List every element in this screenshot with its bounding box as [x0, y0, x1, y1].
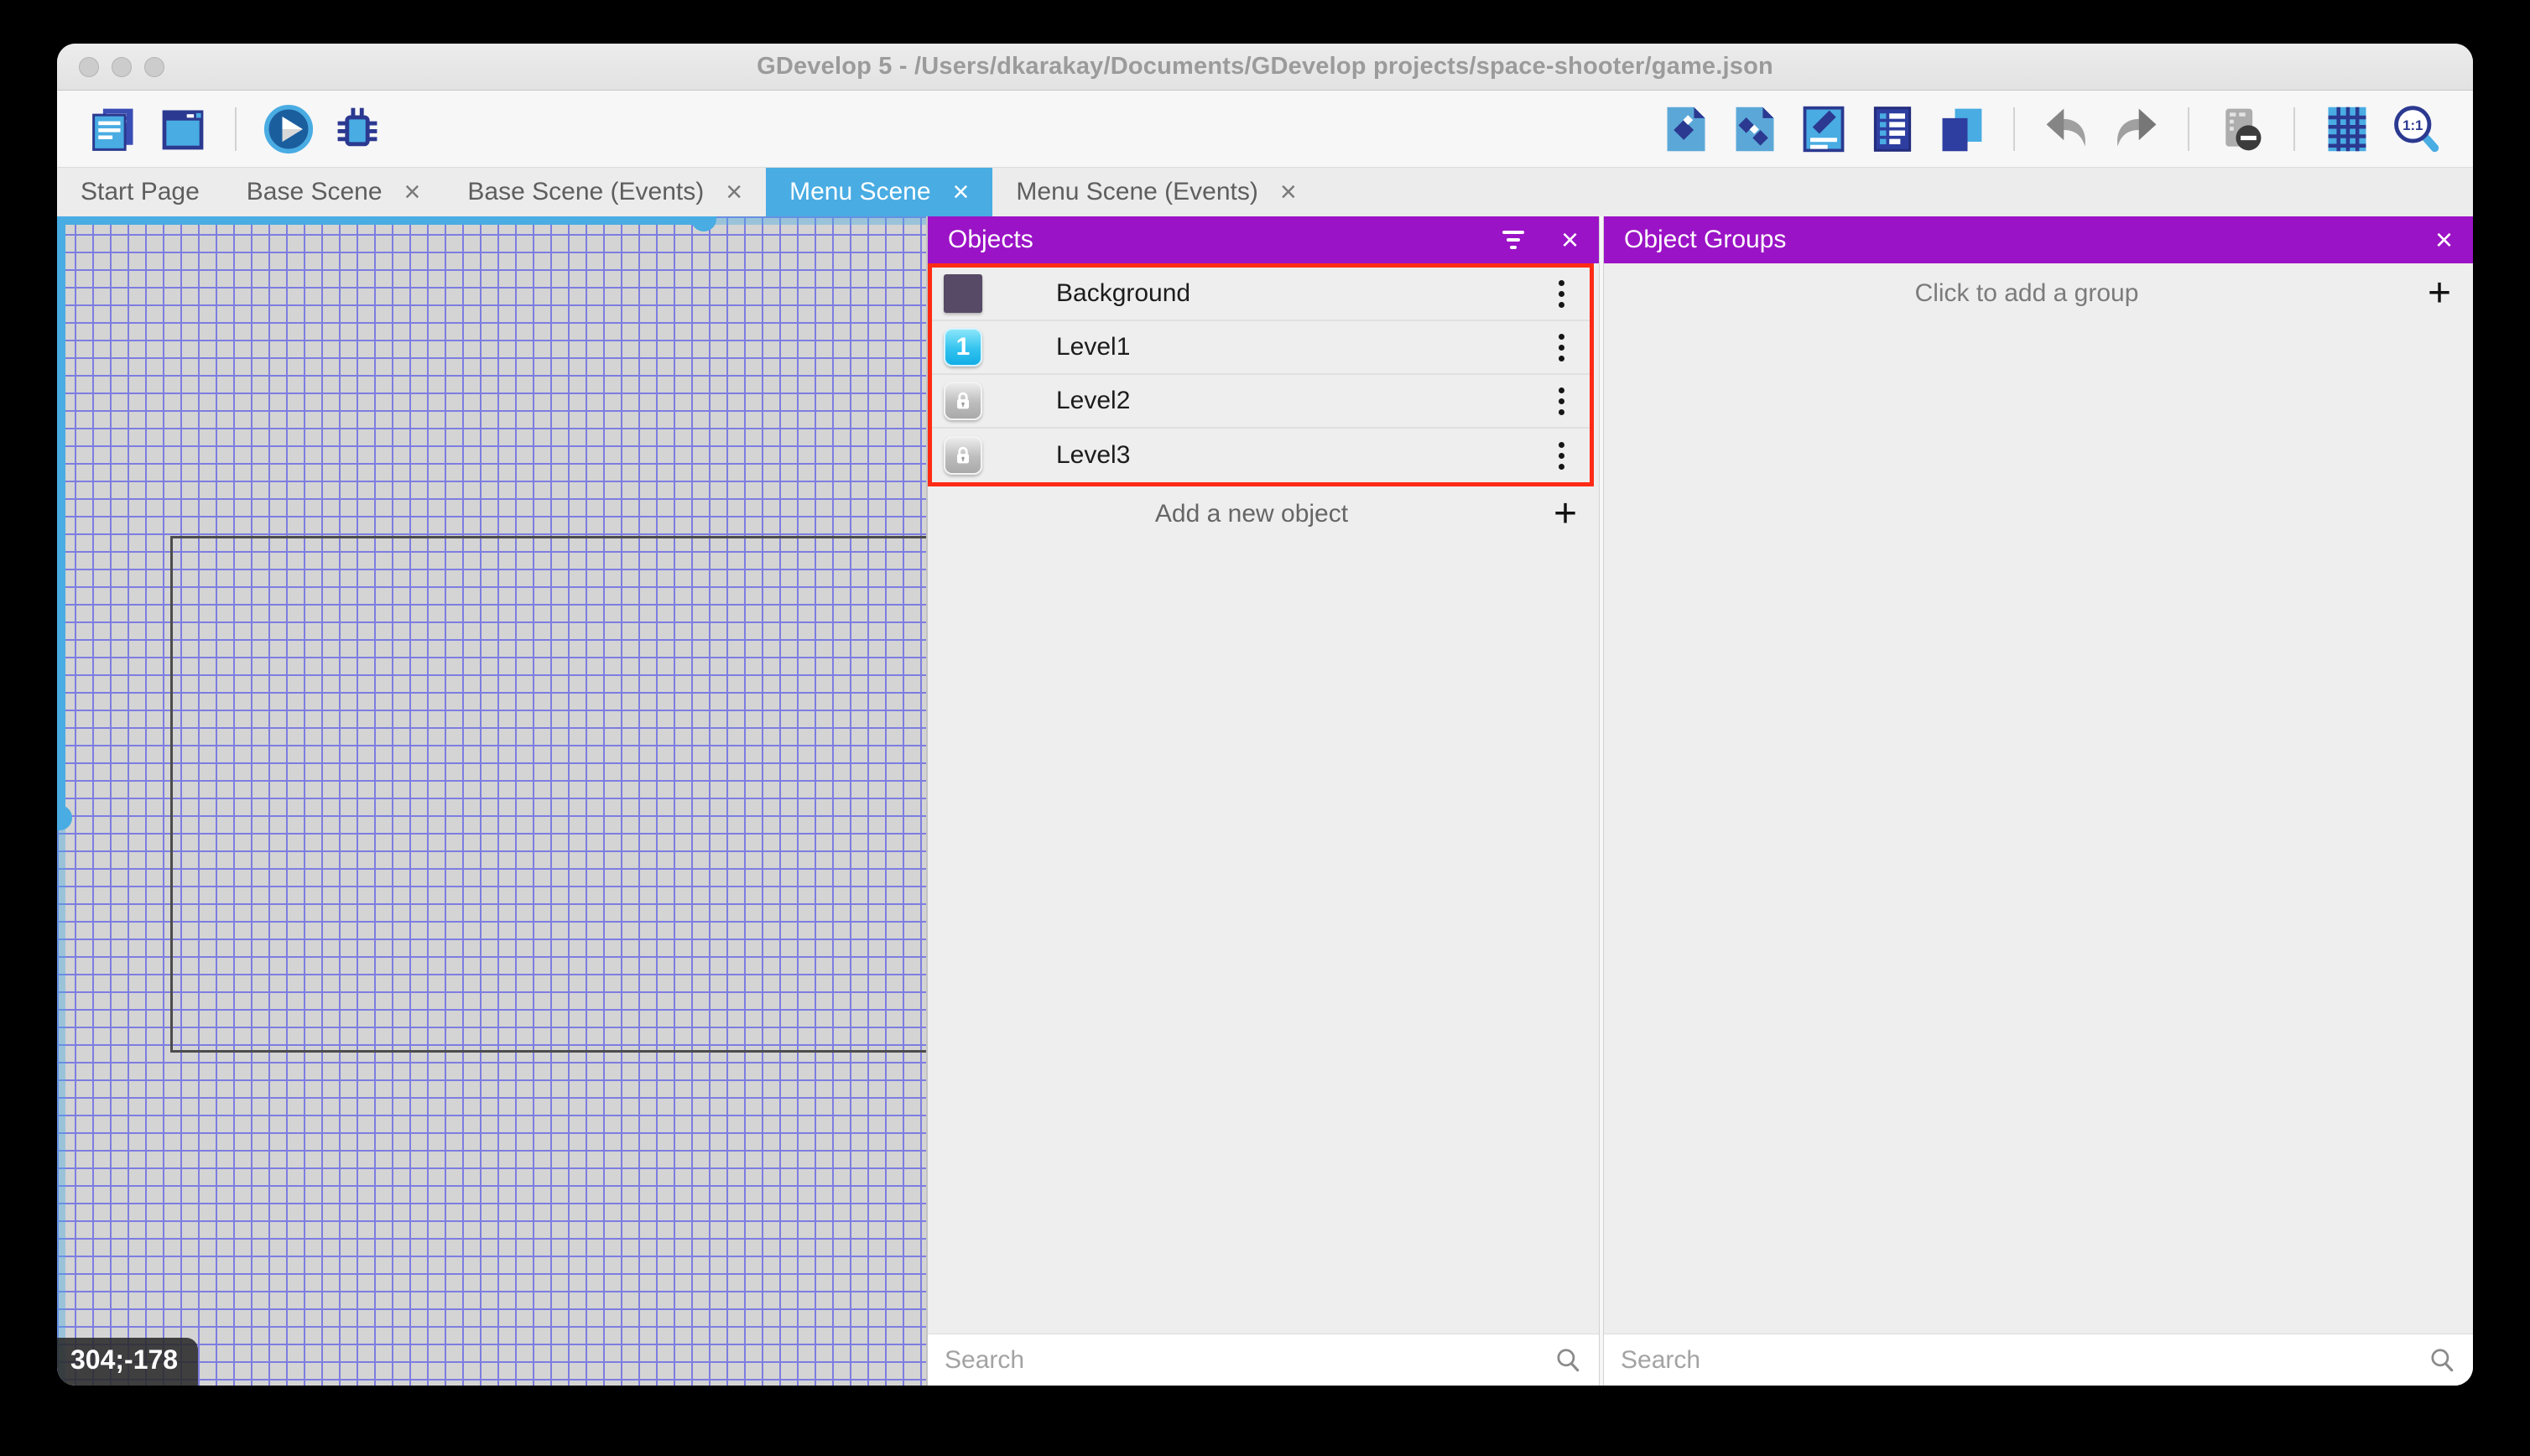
toolbar-separator — [2293, 107, 2295, 151]
object-name: Background — [1056, 279, 1543, 308]
toolbar-right-group: 1:1 — [1658, 91, 2444, 167]
object-thumbnail-background — [944, 274, 982, 313]
scene-editor-canvas[interactable]: 304;-178 — [57, 216, 926, 1386]
add-group-label: Click to add a group — [1626, 279, 2428, 308]
objects-search-bar — [928, 1334, 1599, 1386]
object-row-level1[interactable]: 1 Level1 — [932, 321, 1590, 375]
object-groups-empty-area — [1604, 324, 2473, 1334]
open-layers-panel-icon[interactable] — [1933, 101, 1990, 158]
object-thumbnail-level3 — [944, 436, 982, 475]
open-object-groups-panel-icon[interactable] — [1726, 101, 1783, 158]
search-icon — [2428, 1346, 2456, 1375]
open-instances-list-icon[interactable] — [1864, 101, 1921, 158]
objects-panel-header: Objects × — [928, 216, 1599, 263]
objects-panel-empty-area — [928, 542, 1599, 1334]
plus-icon: + — [2428, 273, 2451, 314]
object-groups-panel-header: Object Groups × — [1604, 216, 2473, 263]
horizontal-scrollbar[interactable] — [57, 216, 926, 225]
tab-label: Start Page — [81, 178, 200, 206]
object-menu-icon[interactable] — [1543, 334, 1580, 361]
object-thumbnail-level1: 1 — [944, 328, 982, 367]
objects-panel-title: Objects — [948, 226, 1502, 254]
project-manager-icon[interactable] — [86, 101, 143, 158]
object-row-level2[interactable]: Level2 — [932, 375, 1590, 429]
lock-icon — [950, 388, 976, 413]
object-name: Level2 — [1056, 387, 1543, 415]
close-panel-icon[interactable]: × — [1561, 225, 1579, 255]
tab-close-icon[interactable]: × — [953, 178, 970, 206]
zoom-window-button[interactable] — [144, 57, 164, 77]
tab-start-page[interactable]: Start Page — [57, 168, 223, 216]
main-toolbar: 1:1 — [57, 91, 2473, 168]
tab-close-icon[interactable]: × — [1280, 178, 1297, 206]
open-objects-panel-icon[interactable] — [1658, 101, 1715, 158]
preview-play-icon[interactable] — [260, 101, 317, 158]
title-bar: GDevelop 5 - /Users/dkarakay/Documents/G… — [57, 44, 2473, 91]
toolbar-separator — [235, 107, 237, 151]
close-panel-icon[interactable]: × — [2435, 225, 2453, 255]
toggle-grid-icon[interactable] — [2319, 101, 2376, 158]
plus-icon: + — [1554, 494, 1577, 534]
traffic-lights — [79, 44, 164, 90]
object-menu-icon[interactable] — [1543, 442, 1580, 470]
vertical-scrollbar-thumb[interactable] — [57, 805, 72, 830]
window-title: GDevelop 5 - /Users/dkarakay/Documents/G… — [757, 53, 1773, 81]
tab-close-icon[interactable]: × — [726, 178, 742, 206]
object-groups-search-input[interactable] — [1621, 1346, 2418, 1375]
horizontal-scrollbar-range — [57, 216, 705, 225]
tab-menu-scene-events[interactable]: Menu Scene (Events) × — [992, 168, 1320, 216]
objects-search-input[interactable] — [945, 1346, 1544, 1375]
toolbar-separator — [2188, 107, 2189, 151]
vertical-scrollbar-range — [57, 216, 65, 817]
svg-text:1:1: 1:1 — [2402, 117, 2423, 133]
toggle-mask-icon[interactable] — [2213, 101, 2270, 158]
tab-menu-scene[interactable]: Menu Scene × — [766, 168, 992, 216]
minimize-window-button[interactable] — [112, 57, 132, 77]
object-groups-search-bar — [1604, 1334, 2473, 1386]
filter-icon[interactable] — [1502, 231, 1524, 249]
object-groups-panel: Object Groups × Click to add a group + — [1604, 216, 2473, 1386]
tab-label: Base Scene — [247, 178, 383, 206]
search-icon — [1554, 1346, 1582, 1375]
object-thumbnail-level2 — [944, 382, 982, 420]
undo-icon[interactable] — [2038, 101, 2095, 158]
tab-base-scene[interactable]: Base Scene × — [223, 168, 445, 216]
scene-window-frame — [170, 536, 926, 1053]
redo-icon[interactable] — [2107, 101, 2164, 158]
tab-label: Base Scene (Events) — [467, 178, 704, 206]
zoom-one-to-one-icon[interactable]: 1:1 — [2387, 101, 2444, 158]
object-row-level3[interactable]: Level3 — [932, 429, 1590, 482]
add-object-button[interactable]: Add a new object + — [928, 486, 1599, 542]
object-row-background[interactable]: Background — [932, 268, 1590, 321]
tab-base-scene-events[interactable]: Base Scene (Events) × — [444, 168, 766, 216]
objects-panel: Objects × Background 1 Level1 — [928, 216, 1599, 1386]
object-groups-panel-title: Object Groups — [1624, 226, 2435, 254]
cursor-coordinates-badge: 304;-178 — [57, 1338, 198, 1386]
editor-content: 304;-178 Objects × Background 1 — [57, 216, 2473, 1386]
tab-close-icon[interactable]: × — [404, 178, 421, 206]
lock-icon — [950, 443, 976, 468]
debugger-bug-icon[interactable] — [329, 101, 386, 158]
open-properties-panel-icon[interactable] — [1795, 101, 1852, 158]
toolbar-left-group — [86, 91, 386, 167]
toolbar-separator — [2013, 107, 2015, 151]
horizontal-scrollbar-thumb[interactable] — [691, 216, 716, 231]
close-window-button[interactable] — [79, 57, 99, 77]
tab-label: Menu Scene (Events) — [1016, 178, 1257, 206]
object-name: Level3 — [1056, 441, 1543, 470]
object-name: Level1 — [1056, 333, 1543, 361]
vertical-scrollbar[interactable] — [57, 216, 65, 1386]
editor-tab-bar: Start Page Base Scene × Base Scene (Even… — [57, 168, 2473, 216]
object-menu-icon[interactable] — [1543, 280, 1580, 308]
add-group-button[interactable]: Click to add a group + — [1604, 263, 2473, 324]
add-object-label: Add a new object — [950, 500, 1554, 528]
objects-list-highlight-outline: Background 1 Level1 Level2 — [928, 263, 1594, 486]
tab-label: Menu Scene — [789, 178, 930, 206]
object-menu-icon[interactable] — [1543, 387, 1580, 415]
app-window: GDevelop 5 - /Users/dkarakay/Documents/G… — [57, 44, 2473, 1386]
start-page-icon[interactable] — [154, 101, 211, 158]
